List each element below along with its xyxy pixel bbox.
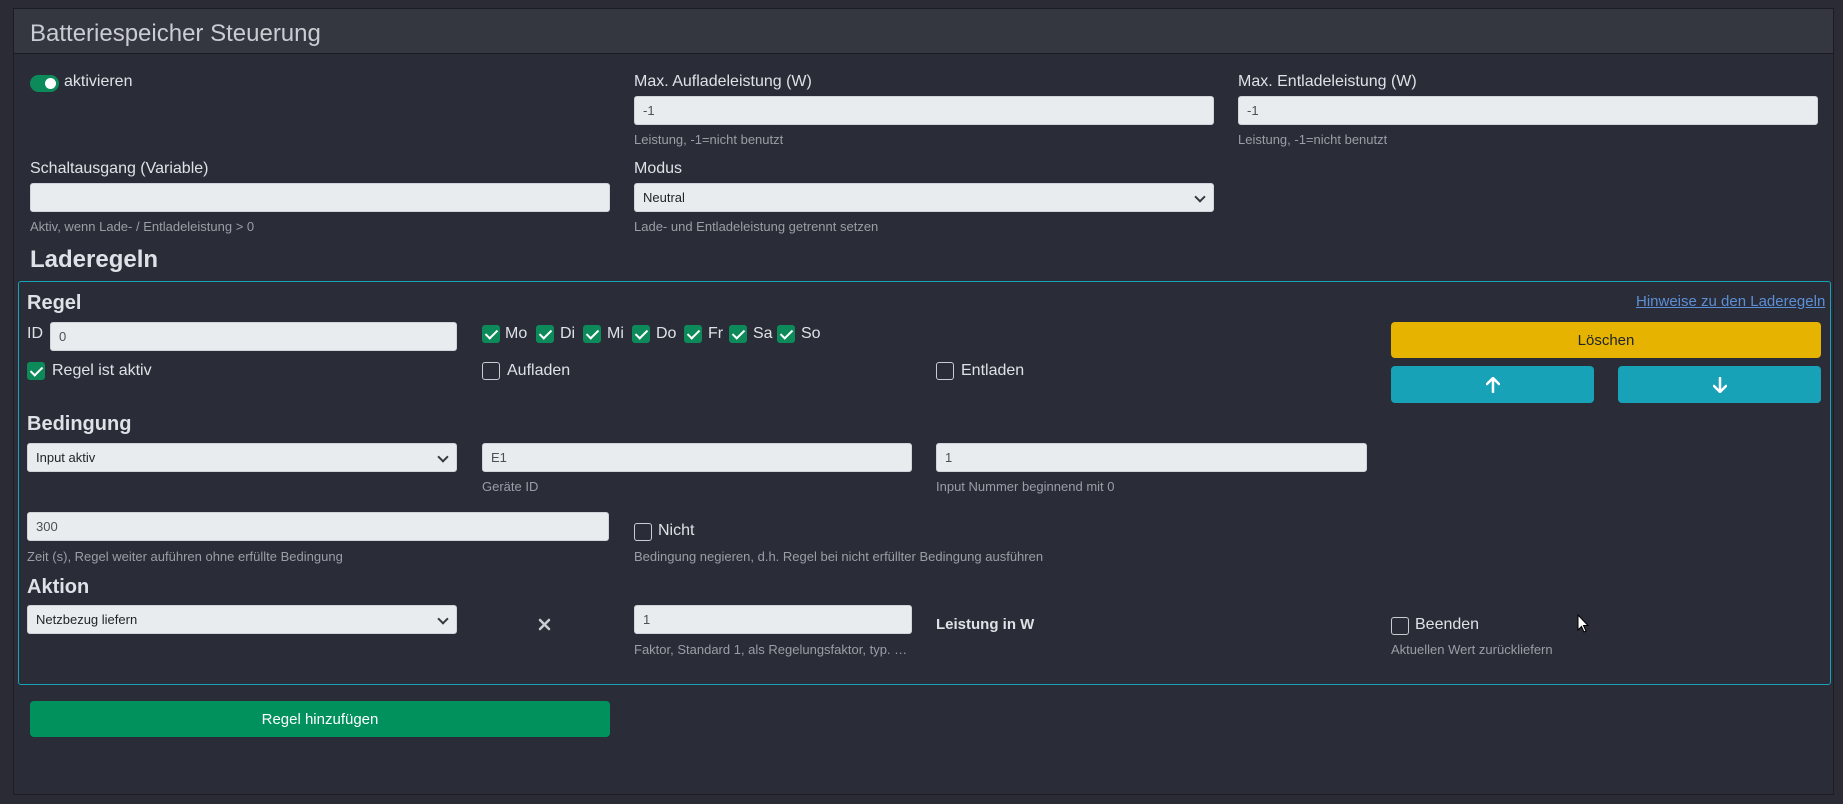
rule-title: Regel bbox=[27, 292, 82, 314]
time-input[interactable]: 300 bbox=[27, 512, 609, 541]
end-checkbox[interactable] bbox=[1391, 617, 1409, 635]
not-label: Nicht bbox=[658, 522, 695, 539]
condition-type-value: Input aktiv bbox=[36, 450, 96, 465]
move-up-button[interactable] bbox=[1391, 366, 1594, 403]
max-discharge-help: Leistung, -1=nicht benutzt bbox=[1238, 132, 1388, 147]
switch-output-help: Aktiv, wenn Lade- / Entladeleistung > 0 bbox=[30, 219, 255, 234]
rule-hints-link[interactable]: Hinweise zu den Laderegeln bbox=[1636, 293, 1825, 310]
mode-select-value: Neutral bbox=[643, 190, 685, 205]
add-rule-button[interactable]: Regel hinzufügen bbox=[30, 701, 610, 737]
day-label-di: Di bbox=[560, 325, 576, 342]
factor-input[interactable]: 1 bbox=[634, 605, 912, 634]
day-label-so: So bbox=[801, 325, 821, 342]
charge-checkbox[interactable] bbox=[482, 362, 500, 380]
discharge-label: Entladen bbox=[961, 362, 1025, 379]
move-down-button[interactable] bbox=[1618, 366, 1821, 403]
condition-title: Bedingung bbox=[27, 413, 132, 435]
day-label-fr: Fr bbox=[708, 325, 724, 342]
action-type-select[interactable]: Netzbezug liefern bbox=[27, 605, 457, 634]
switch-output-input[interactable] bbox=[30, 183, 610, 212]
rule-active-label: Regel ist aktiv bbox=[52, 362, 152, 379]
activate-toggle[interactable] bbox=[30, 75, 59, 92]
switch-output-label: Schaltausgang (Variable) bbox=[30, 160, 209, 177]
arrow-up-icon bbox=[1485, 376, 1500, 393]
rule-id-label: ID bbox=[27, 325, 43, 342]
day-checkbox-so[interactable] bbox=[777, 325, 795, 343]
page-title: Batteriespeicher Steuerung bbox=[30, 20, 321, 47]
max-charge-help: Leistung, -1=nicht benutzt bbox=[634, 132, 784, 147]
day-label-sa: Sa bbox=[753, 325, 773, 342]
day-label-mi: Mi bbox=[607, 325, 624, 342]
mode-label: Modus bbox=[634, 160, 683, 177]
discharge-checkbox[interactable] bbox=[936, 362, 954, 380]
device-id-input[interactable]: E1 bbox=[482, 443, 912, 472]
chevron-down-icon bbox=[437, 451, 449, 463]
delete-rule-button[interactable]: Löschen bbox=[1391, 322, 1821, 358]
mode-help: Lade- und Entladeleistung getrennt setze… bbox=[634, 219, 879, 234]
time-help: Zeit (s), Regel weiter auführen ohne erf… bbox=[27, 549, 343, 564]
times-icon bbox=[538, 618, 551, 631]
input-number-input[interactable]: 1 bbox=[936, 443, 1367, 472]
condition-type-select[interactable]: Input aktiv bbox=[27, 443, 457, 472]
factor-help: Faktor, Standard 1, als Regelungsfaktor,… bbox=[634, 642, 912, 657]
activate-label: aktivieren bbox=[64, 73, 133, 90]
arrow-down-icon bbox=[1712, 376, 1727, 393]
action-type-value: Netzbezug liefern bbox=[36, 612, 138, 627]
end-help: Aktuellen Wert zurückliefern bbox=[1391, 642, 1553, 657]
day-label-do: Do bbox=[656, 325, 677, 342]
action-title: Aktion bbox=[27, 576, 90, 598]
panel-header: Batteriespeicher Steuerung bbox=[14, 9, 1833, 54]
rules-section-title: Laderegeln bbox=[30, 246, 159, 273]
max-discharge-label: Max. Entladeleistung (W) bbox=[1238, 73, 1417, 90]
mode-select[interactable]: Neutral bbox=[634, 183, 1214, 212]
end-label: Beenden bbox=[1415, 616, 1480, 633]
day-checkbox-sa[interactable] bbox=[729, 325, 747, 343]
day-label-mo: Mo bbox=[505, 325, 528, 342]
day-checkbox-do[interactable] bbox=[632, 325, 650, 343]
charge-label: Aufladen bbox=[507, 362, 571, 379]
max-charge-input[interactable]: -1 bbox=[634, 96, 1214, 125]
day-checkbox-fr[interactable] bbox=[684, 325, 702, 343]
day-checkbox-di[interactable] bbox=[536, 325, 554, 343]
mouse-cursor-icon bbox=[1577, 614, 1589, 633]
chevron-down-icon bbox=[437, 613, 449, 625]
not-help: Bedingung negieren, d.h. Regel bei nicht… bbox=[634, 549, 1044, 564]
input-number-help: Input Nummer beginnend mit 0 bbox=[936, 479, 1115, 494]
max-discharge-input[interactable]: -1 bbox=[1238, 96, 1818, 125]
rule-id-input[interactable]: 0 bbox=[50, 322, 457, 351]
chevron-down-icon bbox=[1194, 191, 1206, 203]
not-checkbox[interactable] bbox=[634, 523, 652, 541]
max-charge-label: Max. Aufladeleistung (W) bbox=[634, 73, 812, 90]
power-unit-label: Leistung in W bbox=[936, 616, 1035, 633]
day-checkbox-mi[interactable] bbox=[583, 325, 601, 343]
day-checkbox-mo[interactable] bbox=[482, 325, 500, 343]
device-id-help: Geräte ID bbox=[482, 479, 539, 494]
rule-active-checkbox[interactable] bbox=[27, 362, 45, 380]
